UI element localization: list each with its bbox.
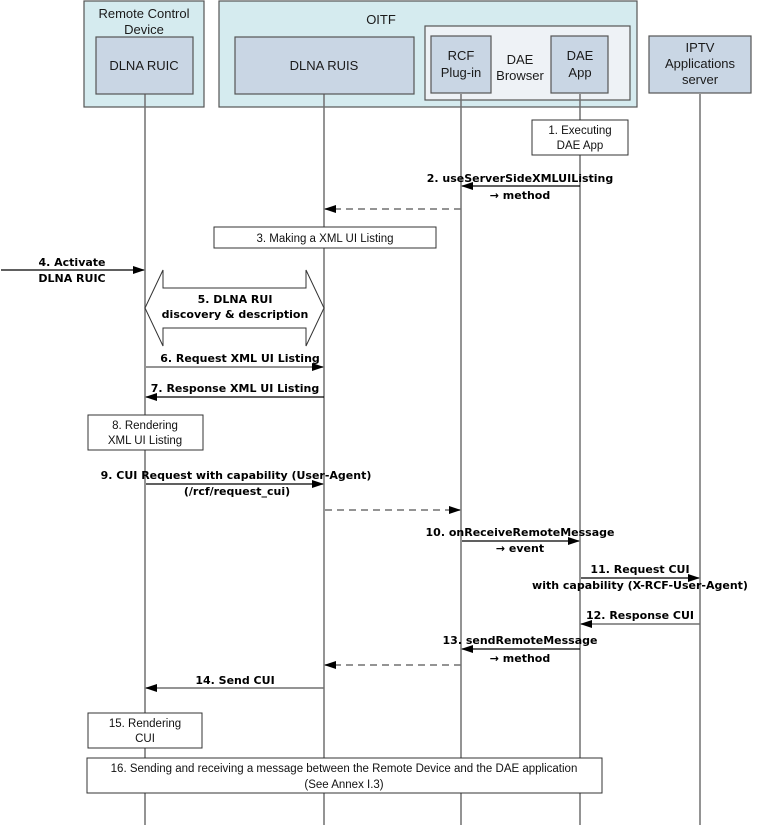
participant-iptv-server: IPTV Applications server (648, 35, 752, 94)
step-16-line-1: 16. Sending and receiving a message betw… (111, 763, 578, 775)
step-2-message: 2. useServerSideXMLUIListing → method (427, 172, 614, 202)
step-11-line-1: 11. Request CUI (590, 563, 689, 576)
iptv-label-2: Applications (665, 56, 736, 71)
step-15-line-2: CUI (135, 733, 155, 745)
step-3-line-1: 3. Making a XML UI Listing (257, 233, 394, 245)
step-6-message: 6. Request XML UI Listing (146, 352, 324, 371)
step-8-line-1: 8. Rendering (112, 420, 178, 432)
step-13-line-1: 13. sendRemoteMessage (443, 634, 598, 647)
step-15-note: 15. Rendering CUI (87, 712, 203, 749)
step-4-line-1: 4. Activate (38, 256, 105, 269)
step-16-line-2: (See Annex I.3) (304, 779, 383, 791)
lifelines (144, 94, 701, 825)
step-5-bidirectional-arrow: 5. DLNA RUI discovery & description (144, 269, 325, 347)
oitf-label: OITF (366, 12, 396, 27)
step-4-line-2: DLNA RUIC (38, 272, 105, 285)
step-2-line-2: → method (490, 189, 551, 202)
step-11-line-2: with capability (X-RCF-User-Agent) (532, 579, 748, 592)
participant-dae-app: DAE App (550, 35, 609, 94)
step-14-line-1: 14. Send CUI (195, 674, 274, 687)
iptv-label-1: IPTV (686, 40, 715, 55)
step-11-message: 11. Request CUI with capability (X-RCF-U… (532, 563, 748, 592)
participant-dlna-ruis: DLNA RUIS (234, 36, 415, 95)
participant-rcf-plugin: RCF Plug-in (430, 35, 492, 94)
step-1-line-2: DAE App (557, 140, 604, 152)
dae-browser-label-1: DAE (507, 52, 534, 67)
ruis-label: DLNA RUIS (290, 58, 359, 73)
step-9-line-2: (/rcf/request_cui) (184, 485, 290, 498)
remote-device-label-2: Device (124, 22, 164, 37)
remote-device-label-1: Remote Control (98, 6, 189, 21)
dae-browser-label-2: Browser (496, 68, 544, 83)
step-15-line-1: 15. Rendering (109, 718, 181, 730)
step-14-message: 14. Send CUI (145, 674, 324, 692)
step-10-message: 10. onReceiveRemoteMessage → event (426, 526, 615, 555)
step-16-note: 16. Sending and receiving a message betw… (86, 757, 603, 794)
step-10-line-2: → event (496, 542, 544, 555)
step-5-line-2: discovery & description (162, 308, 309, 321)
step-13-line-2: → method (490, 652, 551, 665)
iptv-label-3: server (682, 72, 719, 87)
step-12-message: 12. Response CUI (580, 609, 700, 628)
step-9-line-1: 9. CUI Request with capability (User-Age… (101, 469, 372, 482)
step-7-message: 7. Response XML UI Listing (145, 382, 324, 401)
step-8-line-2: XML UI Listing (108, 435, 182, 447)
rcf-label-2: Plug-in (441, 65, 481, 80)
step-8-note: 8. Rendering XML UI Listing (87, 414, 204, 451)
dae-app-label-2: App (568, 65, 591, 80)
step-4-message: 4. Activate DLNA RUIC (1, 256, 145, 285)
step-1-line-1: 1. Executing (548, 125, 611, 137)
sequence-diagram: Remote Control Device OITF DAE Browser D… (1, 0, 752, 825)
step-5-line-1: 5. DLNA RUI (198, 293, 273, 306)
step-10-line-1: 10. onReceiveRemoteMessage (426, 526, 615, 539)
step-7-line-1: 7. Response XML UI Listing (151, 382, 319, 395)
participant-dlna-ruic: DLNA RUIC (95, 36, 194, 95)
step-2-line-1: 2. useServerSideXMLUIListing (427, 172, 614, 185)
ruic-label: DLNA RUIC (109, 58, 178, 73)
step-12-line-1: 12. Response CUI (586, 609, 694, 622)
step-1-note: 1. Executing DAE App (531, 119, 629, 156)
step-6-line-1: 6. Request XML UI Listing (160, 352, 320, 365)
step-13-message: 13. sendRemoteMessage → method (443, 634, 598, 665)
dae-app-label-1: DAE (567, 48, 594, 63)
step-3-note: 3. Making a XML UI Listing (213, 226, 437, 249)
rcf-label-1: RCF (448, 48, 475, 63)
step-9-message: 9. CUI Request with capability (User-Age… (101, 469, 372, 498)
